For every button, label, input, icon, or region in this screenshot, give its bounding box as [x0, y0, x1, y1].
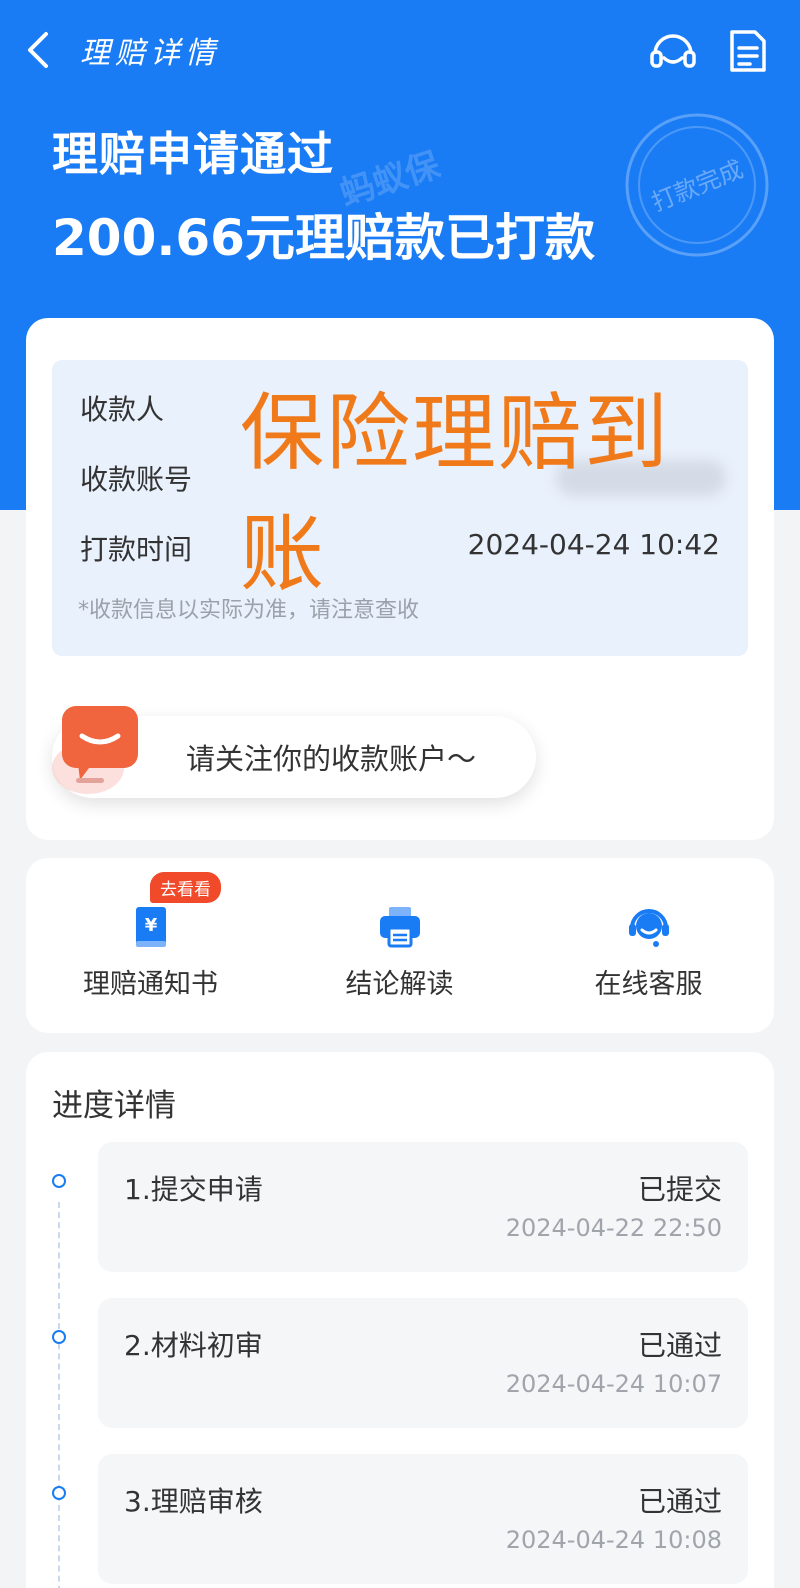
step-time: 2024-04-22 22:50 [505, 1214, 722, 1242]
step-name: 1.提交申请 [124, 1173, 263, 1206]
progress-timeline [58, 1202, 60, 1588]
svg-text:¥: ¥ [145, 915, 158, 936]
step-name: 3.理赔审核 [124, 1485, 263, 1518]
notice-book-icon: ¥ [128, 904, 174, 950]
printer-icon [377, 904, 423, 950]
claim-detail-page: 理赔详情 蚂蚁保 理赔申请通过 200.66元理赔款已打款 打款完成 收款人 收… [0, 0, 800, 1588]
quick-actions-card: 去看看 ¥ 理赔通知书 结论解读 在线客服 [26, 858, 774, 1033]
timeline-dot [52, 1330, 66, 1344]
document-icon[interactable] [728, 28, 778, 74]
step-time: 2024-04-24 10:07 [505, 1370, 722, 1398]
progress-step: 1.提交申请 已提交 2024-04-22 22:50 [98, 1142, 748, 1272]
step-name: 2.材料初审 [124, 1329, 263, 1362]
account-tip-text: 请关注你的收款账户～ [186, 742, 477, 776]
chevron-left-icon[interactable] [22, 30, 58, 70]
step-status: 已提交 [637, 1173, 722, 1206]
progress-card: 进度详情 1.提交申请 已提交 2024-04-22 22:50 2.材料初审 … [26, 1052, 774, 1588]
progress-title: 进度详情 [52, 1088, 176, 1124]
step-status: 已通过 [637, 1485, 722, 1518]
account-label: 收款账号 [80, 463, 193, 496]
timeline-dot [52, 1174, 66, 1188]
conclusion-label: 结论解读 [345, 969, 454, 1000]
go-see-badge: 去看看 [150, 872, 221, 903]
page-title: 理赔详情 [80, 36, 220, 71]
claim-status-title: 理赔申请通过 [52, 127, 334, 181]
payment-time-label: 打款时间 [80, 533, 193, 566]
claim-amount-subtitle: 200.66元理赔款已打款 [52, 209, 595, 267]
payment-complete-stamp: 打款完成 [622, 110, 772, 260]
step-status: 已通过 [637, 1329, 722, 1362]
progress-step: 3.理赔审核 已通过 2024-04-24 10:08 [98, 1454, 748, 1584]
payee-label: 收款人 [80, 393, 165, 426]
headset-icon[interactable] [648, 28, 698, 74]
overlay-caption: 保险理赔到账 [240, 384, 671, 603]
nav-bar: 理赔详情 [0, 0, 800, 96]
payment-info-panel: 收款人 收款账号 打款时间 2024-04-24 10:42 *收款信息以实际为… [52, 360, 748, 656]
customer-service-icon [626, 904, 672, 950]
online-service-label: 在线客服 [594, 969, 703, 1000]
timeline-dot [52, 1486, 66, 1500]
claim-notice-action[interactable]: 去看看 ¥ 理赔通知书 [26, 858, 275, 1033]
smile-chat-icon [48, 702, 154, 802]
online-service-action[interactable]: 在线客服 [524, 858, 773, 1033]
progress-step: 2.材料初审 已通过 2024-04-24 10:07 [98, 1298, 748, 1428]
step-time: 2024-04-24 10:08 [505, 1526, 722, 1554]
stamp-text: 打款完成 [648, 155, 747, 217]
payment-info-card: 收款人 收款账号 打款时间 2024-04-24 10:42 *收款信息以实际为… [26, 318, 774, 840]
conclusion-action[interactable]: 结论解读 [275, 858, 524, 1033]
claim-notice-label: 理赔通知书 [83, 969, 218, 1000]
